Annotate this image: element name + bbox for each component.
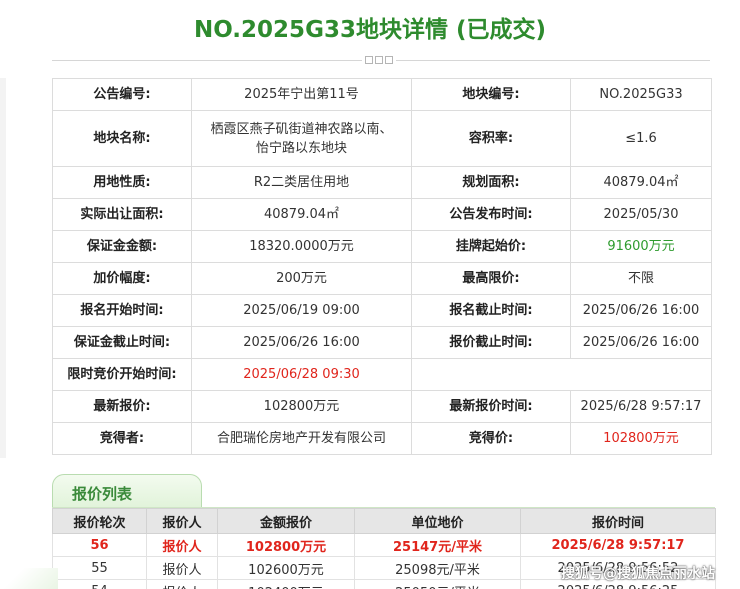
label-deposit-deadline: 保证金截止时间: xyxy=(52,326,192,359)
cell-unit-price: 25147元/平米 xyxy=(354,533,521,557)
detail-row: 公告编号: 2025年宁出第11号 地块编号: NO.2025G33 xyxy=(52,78,712,111)
cell-unit-price: 25050元/平米 xyxy=(354,579,521,589)
label-plot-name: 地块名称: xyxy=(52,110,192,167)
value-winning-price: 102800万元 xyxy=(570,422,712,455)
cell-bidder: 报价人 xyxy=(146,533,218,557)
label-plot-no: 地块编号: xyxy=(411,78,571,111)
value-latest-bid: 102800万元 xyxy=(191,390,412,423)
label-latest-bid-time: 最新报价时间: xyxy=(411,390,571,423)
divider-ornament-icon xyxy=(362,54,396,66)
value-floor-area-ratio: ≤1.6 xyxy=(570,110,712,167)
cell-round: 55 xyxy=(52,556,147,580)
label-latest-bid: 最新报价: xyxy=(52,390,192,423)
label-bid-deadline: 报价截止时间: xyxy=(411,326,571,359)
value-plot-name-line1: 栖霞区燕子矶街道神农路以南、 xyxy=(210,121,393,137)
header-bid-time: 报价时间 xyxy=(520,508,716,534)
value-winner: 合肥瑞伦房地产开发有限公司 xyxy=(191,422,412,455)
table-header-row: 报价轮次 报价人 金额报价 单位地价 报价时间 xyxy=(52,508,716,534)
value-planned-area: 40879.04㎡ xyxy=(570,166,712,199)
value-deposit: 18320.0000万元 xyxy=(191,230,412,263)
cell-amount: 102400万元 xyxy=(217,579,355,589)
value-land-use: R2二类居住用地 xyxy=(191,166,412,199)
label-increment: 加价幅度: xyxy=(52,262,192,295)
label-winner: 竞得者: xyxy=(52,422,192,455)
label-actual-area: 实际出让面积: xyxy=(52,198,192,231)
cell-bid-time: 2025/6/28 9:57:17 xyxy=(520,533,716,557)
empty-cell xyxy=(411,358,712,391)
table-row: 56 报价人 102800万元 25147元/平米 2025/6/28 9:57… xyxy=(52,533,716,557)
label-winning-price: 竞得价: xyxy=(411,422,571,455)
label-land-use: 用地性质: xyxy=(52,166,192,199)
watermark-text: 搜狐号@搜狐焦点丽水站 xyxy=(561,566,715,582)
cell-unit-price: 25098元/平米 xyxy=(354,556,521,580)
left-edge-decoration xyxy=(0,78,6,458)
cell-round: 56 xyxy=(52,533,147,557)
detail-row: 最新报价: 102800万元 最新报价时间: 2025/6/28 9:57:17 xyxy=(52,390,712,423)
tab-bid-list-label: 报价列表 xyxy=(72,485,133,503)
page-title: NO.2025G33地块详情 (已成交) xyxy=(194,17,546,43)
label-publish-date: 公告发布时间: xyxy=(411,198,571,231)
label-price-cap: 最高限价: xyxy=(411,262,571,295)
detail-row: 保证金金额: 18320.0000万元 挂牌起始价: 91600万元 xyxy=(52,230,712,263)
value-price-cap: 不限 xyxy=(570,262,712,295)
cell-round: 54 xyxy=(52,579,147,589)
cell-amount: 102800万元 xyxy=(217,533,355,557)
value-timed-bidding-start: 2025/06/28 09:30 xyxy=(191,358,412,391)
detail-row: 限时竞价开始时间: 2025/06/28 09:30 xyxy=(52,358,712,391)
label-starting-price: 挂牌起始价: xyxy=(411,230,571,263)
detail-row: 报名开始时间: 2025/06/19 09:00 报名截止时间: 2025/06… xyxy=(52,294,712,327)
corner-decoration xyxy=(0,568,58,589)
cell-bidder: 报价人 xyxy=(146,579,218,589)
detail-row: 用地性质: R2二类居住用地 规划面积: 40879.04㎡ xyxy=(52,166,712,199)
label-timed-bidding-start: 限时竞价开始时间: xyxy=(52,358,192,391)
header-bidder: 报价人 xyxy=(146,508,218,534)
value-registration-start: 2025/06/19 09:00 xyxy=(191,294,412,327)
header-round: 报价轮次 xyxy=(52,508,147,534)
label-registration-end: 报名截止时间: xyxy=(411,294,571,327)
header-unit-price: 单位地价 xyxy=(354,508,521,534)
value-increment: 200万元 xyxy=(191,262,412,295)
value-bid-deadline: 2025/06/26 16:00 xyxy=(570,326,712,359)
detail-row: 保证金截止时间: 2025/06/26 16:00 报价截止时间: 2025/0… xyxy=(52,326,712,359)
value-announcement-no: 2025年宁出第11号 xyxy=(191,78,412,111)
detail-row: 加价幅度: 200万元 最高限价: 不限 xyxy=(52,262,712,295)
value-deposit-deadline: 2025/06/26 16:00 xyxy=(191,326,412,359)
land-detail-table: 公告编号: 2025年宁出第11号 地块编号: NO.2025G33 地块名称:… xyxy=(52,78,712,455)
label-floor-area-ratio: 容积率: xyxy=(411,110,571,167)
value-registration-end: 2025/06/26 16:00 xyxy=(570,294,712,327)
value-plot-no: NO.2025G33 xyxy=(570,78,712,111)
label-deposit: 保证金金额: xyxy=(52,230,192,263)
cell-amount: 102600万元 xyxy=(217,556,355,580)
label-registration-start: 报名开始时间: xyxy=(52,294,192,327)
value-starting-price: 91600万元 xyxy=(570,230,712,263)
value-plot-name-line2: 怡宁路以东地块 xyxy=(255,140,347,156)
detail-row: 实际出让面积: 40879.04㎡ 公告发布时间: 2025/05/30 xyxy=(52,198,712,231)
detail-row: 竞得者: 合肥瑞伦房地产开发有限公司 竞得价: 102800万元 xyxy=(52,422,712,455)
header-amount: 金额报价 xyxy=(217,508,355,534)
cell-bidder: 报价人 xyxy=(146,556,218,580)
tab-bid-list[interactable]: 报价列表 xyxy=(52,474,202,508)
detail-row: 地块名称: 栖霞区燕子矶街道神农路以南、 怡宁路以东地块 容积率: ≤1.6 xyxy=(52,110,712,167)
value-publish-date: 2025/05/30 xyxy=(570,198,712,231)
label-announcement-no: 公告编号: xyxy=(52,78,192,111)
value-latest-bid-time: 2025/6/28 9:57:17 xyxy=(570,390,712,423)
value-plot-name: 栖霞区燕子矶街道神农路以南、 怡宁路以东地块 xyxy=(191,110,412,167)
label-planned-area: 规划面积: xyxy=(411,166,571,199)
value-actual-area: 40879.04㎡ xyxy=(191,198,412,231)
